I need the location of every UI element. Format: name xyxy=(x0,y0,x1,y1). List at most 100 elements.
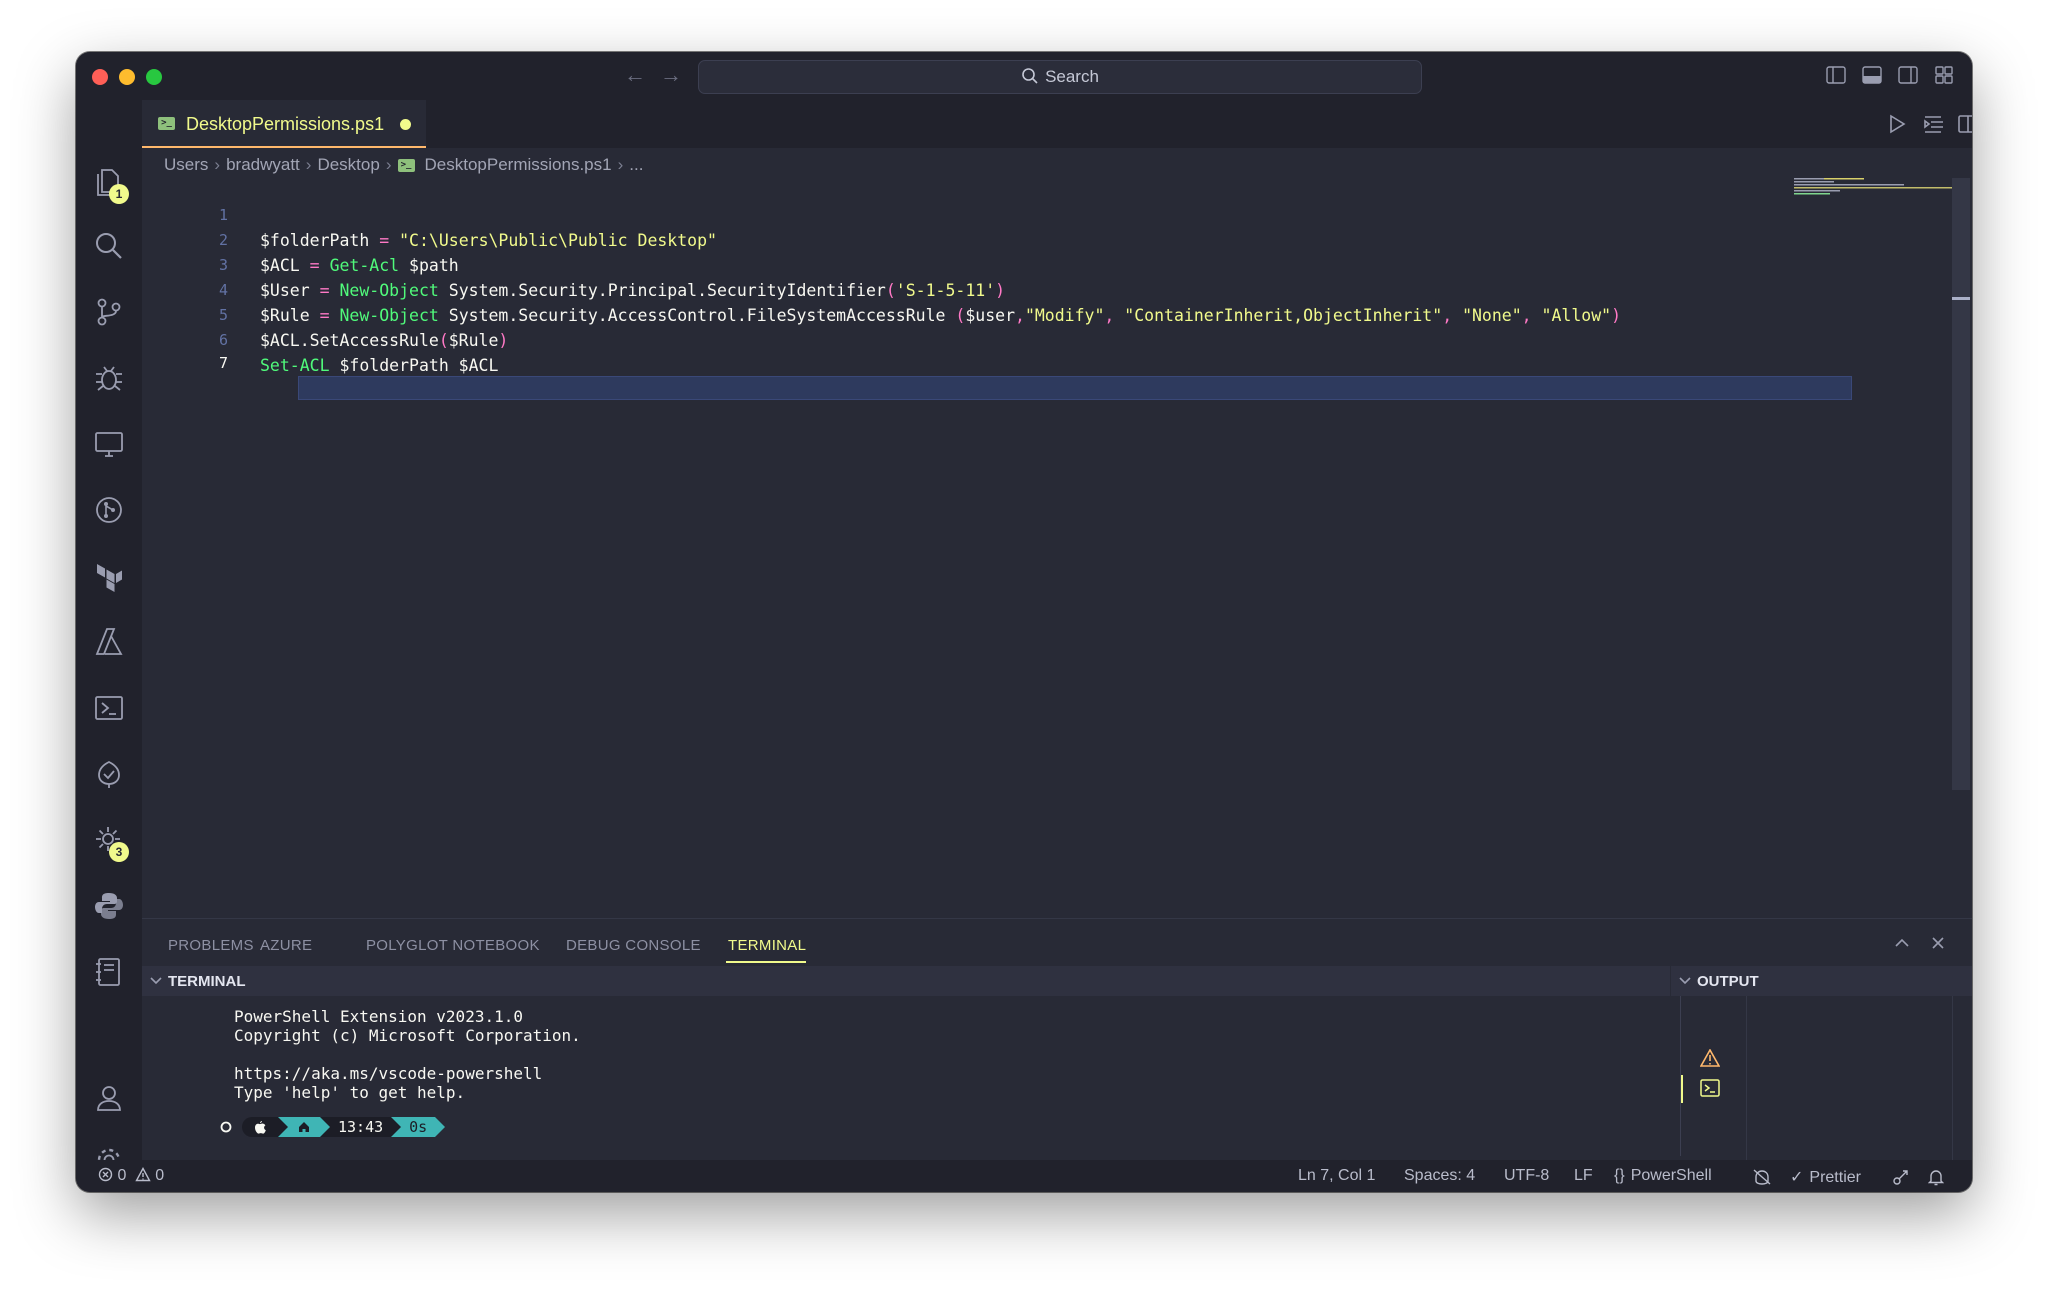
run-file-icon[interactable] xyxy=(1888,114,1906,134)
extensions-badge: 3 xyxy=(109,842,129,862)
run-and-debug-icon[interactable] xyxy=(93,362,125,394)
command-center-search[interactable]: Search xyxy=(698,60,1422,94)
breadcrumb-item-desktop[interactable]: Desktop xyxy=(317,155,379,175)
code-token: Set-ACL xyxy=(260,356,330,375)
terminal-output-line: PowerShell Extension v2023.1.0 xyxy=(234,1007,523,1026)
terminal-output-line[interactable]: https://aka.ms/vscode-powershell xyxy=(234,1064,542,1083)
testing-icon[interactable] xyxy=(93,758,125,790)
split-editor-icon[interactable] xyxy=(1958,114,1972,134)
powershell-terminal-icon[interactable] xyxy=(93,692,125,724)
search-icon[interactable] xyxy=(93,230,125,262)
azure-icon[interactable] xyxy=(93,626,125,658)
terminal-prompt: 13:43 0s xyxy=(218,1115,446,1139)
editor-tab-bar: >_ DesktopPermissions.ps1 xyxy=(142,100,1972,148)
maximize-panel-icon[interactable] xyxy=(1894,937,1910,949)
close-window-button[interactable] xyxy=(92,69,108,85)
editor-scrollbar[interactable] xyxy=(1952,178,1970,790)
tab-azure[interactable]: AZURE xyxy=(260,937,312,954)
minimize-window-button[interactable] xyxy=(119,69,135,85)
code-line[interactable]: 5 $ACL.SetAccessRule($Rule) xyxy=(142,278,1866,350)
prompt-time-segment: 13:43 xyxy=(330,1117,392,1137)
encoding[interactable]: UTF-8 xyxy=(1504,1167,1549,1185)
customize-layout-icon[interactable] xyxy=(1934,66,1954,84)
close-panel-icon[interactable] xyxy=(1931,936,1945,950)
language-label: PowerShell xyxy=(1630,1167,1712,1184)
notifications-bell-icon[interactable] xyxy=(1928,1168,1944,1186)
terminal-output-line: Copyright (c) Microsoft Corporation. xyxy=(234,1026,581,1045)
toggle-panel-icon[interactable] xyxy=(1862,66,1882,84)
tab-polyglot-notebook[interactable]: POLYGLOT NOTEBOOK xyxy=(366,937,540,954)
code-token: $folderPath $ACL xyxy=(329,356,499,375)
forward-arrow-icon[interactable]: → xyxy=(660,62,682,88)
run-selection-icon[interactable] xyxy=(1923,114,1945,134)
search-label: Search xyxy=(1045,67,1099,86)
tab-debug-console[interactable]: DEBUG CONSOLE xyxy=(566,937,701,954)
breadcrumb-item-symbols[interactable]: ... xyxy=(629,155,643,175)
prompt-os-segment xyxy=(242,1117,278,1137)
end-of-line[interactable]: LF xyxy=(1574,1167,1593,1185)
back-arrow-icon[interactable]: ← xyxy=(624,62,646,88)
maximize-window-button[interactable] xyxy=(146,69,162,85)
tab-terminal[interactable]: TERMINAL xyxy=(728,937,806,954)
status-bar: 0 0 Ln 7, Col 1 Spaces: 4 UTF-8 LF {} Pow… xyxy=(76,1160,1972,1192)
code-line[interactable]: 1 $folderPath = "C:\Users\Public\Public … xyxy=(142,178,1866,250)
chevron-right-icon: › xyxy=(385,155,392,174)
remote-explorer-icon[interactable] xyxy=(93,428,125,460)
output-section-header[interactable]: OUTPUT xyxy=(1671,966,1972,996)
git-graph-icon[interactable] xyxy=(93,494,125,526)
search-icon xyxy=(1022,68,1038,84)
terminal-section-title: TERMINAL xyxy=(168,973,246,990)
chevron-right-icon: › xyxy=(305,155,312,174)
indentation[interactable]: Spaces: 4 xyxy=(1404,1167,1475,1185)
bottom-panel: PROBLEMS AZURE POLYGLOT NOTEBOOK DEBUG C… xyxy=(142,918,1972,1179)
problems-status[interactable]: 0 0 xyxy=(98,1167,164,1185)
output-scrollbar[interactable] xyxy=(1952,996,1953,1161)
line-number: 7 xyxy=(218,354,228,372)
source-control-icon[interactable] xyxy=(93,296,125,328)
terminal-output-line: Type 'help' to get help. xyxy=(234,1083,466,1102)
code-line[interactable]: 4 $Rule = New-Object System.Security.Acc… xyxy=(142,253,1866,325)
terminal-section-header[interactable]: TERMINAL xyxy=(142,966,1670,996)
notebook-icon[interactable] xyxy=(93,956,125,988)
chevron-down-icon xyxy=(1679,977,1691,985)
toggle-primary-sidebar-icon[interactable] xyxy=(1826,66,1846,84)
chevron-down-icon xyxy=(150,977,162,985)
live-share-icon[interactable] xyxy=(1892,1168,1910,1186)
chevron-right-icon: › xyxy=(617,155,624,174)
braces-icon: {} xyxy=(1614,1167,1625,1184)
code-line[interactable]: 6 Set-ACL $folderPath $ACL xyxy=(142,303,1866,375)
warning-icon[interactable] xyxy=(1700,1049,1720,1067)
error-count: 0 xyxy=(117,1167,127,1184)
python-icon[interactable] xyxy=(93,890,125,922)
tab-problems[interactable]: PROBLEMS xyxy=(168,937,254,954)
check-icon: ✓ xyxy=(1790,1169,1804,1186)
output-section-title: OUTPUT xyxy=(1697,973,1759,990)
tab-desktop-permissions[interactable]: >_ DesktopPermissions.ps1 xyxy=(142,100,426,148)
accounts-icon[interactable] xyxy=(93,1082,125,1114)
prettier-status[interactable]: ✓ Prettier xyxy=(1790,1167,1861,1187)
toggle-secondary-sidebar-icon[interactable] xyxy=(1898,66,1918,84)
language-mode[interactable]: {} PowerShell xyxy=(1614,1167,1712,1185)
terraform-icon[interactable] xyxy=(93,560,125,592)
breadcrumb-item-file[interactable]: DesktopPermissions.ps1 xyxy=(425,155,612,175)
error-icon xyxy=(98,1167,113,1182)
warning-icon xyxy=(135,1167,151,1182)
powershell-terminal-instance-icon[interactable] xyxy=(1700,1079,1720,1097)
prettier-label: Prettier xyxy=(1809,1169,1861,1186)
cursor-position[interactable]: Ln 7, Col 1 xyxy=(1298,1167,1375,1185)
minimap[interactable] xyxy=(1794,178,1954,198)
scrollbar-cursor-marker xyxy=(1952,297,1970,300)
home-icon xyxy=(299,1122,309,1132)
prompt-home-segment xyxy=(288,1117,320,1137)
code-line[interactable]: 3 $User = New-Object System.Security.Pri… xyxy=(142,228,1866,300)
code-line[interactable]: 2 $ACL = Get-Acl $path xyxy=(142,203,1866,275)
copilot-disabled-icon[interactable] xyxy=(1752,1168,1772,1186)
apple-icon xyxy=(255,1121,266,1134)
circle-status-icon xyxy=(220,1121,232,1133)
code-line[interactable]: 7 xyxy=(142,326,1866,372)
breadcrumb-item-users[interactable]: Users xyxy=(164,155,208,175)
breadcrumb-item-user[interactable]: bradwyatt xyxy=(226,155,300,175)
unsaved-dot-icon[interactable] xyxy=(400,119,411,130)
code-editor[interactable]: 1 $folderPath = "C:\Users\Public\Public … xyxy=(142,178,1866,918)
output-divider xyxy=(1746,996,1747,1161)
